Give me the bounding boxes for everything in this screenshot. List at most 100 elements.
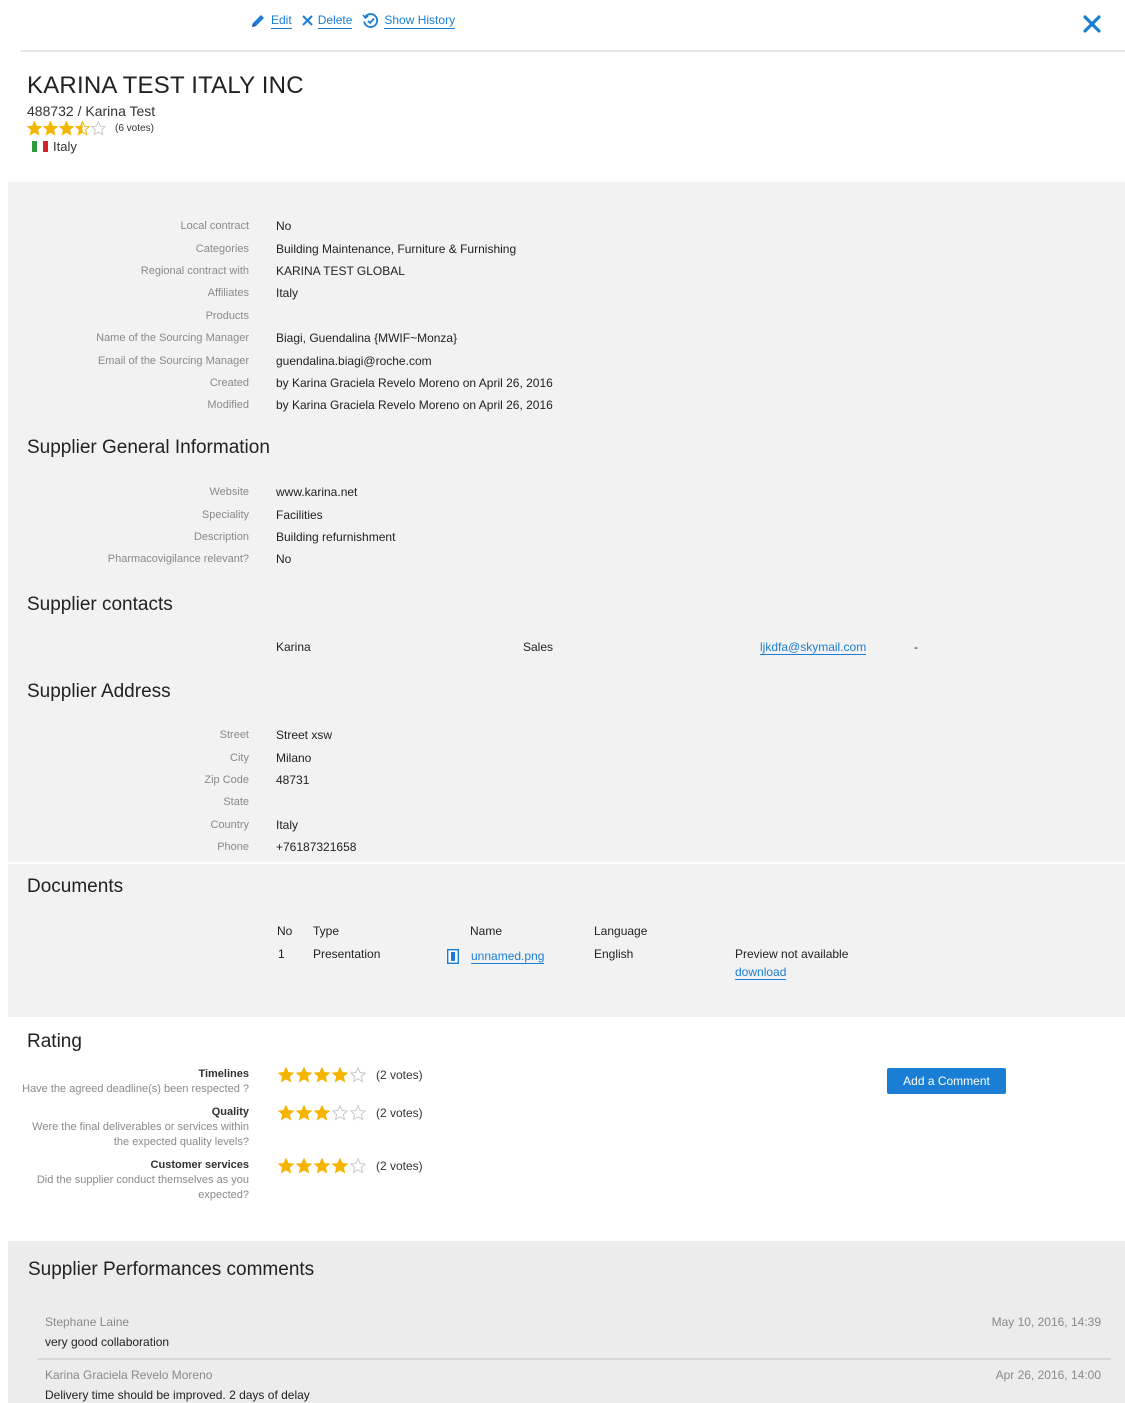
comment-item: Karina Graciela Revelo Moreno Delivery t… (45, 1368, 1111, 1402)
document-type: Presentation (313, 947, 381, 961)
overall-rating: (6 votes) (27, 121, 304, 136)
italy-flag-icon (32, 141, 48, 152)
info-row: Affiliates Italy (0, 282, 620, 304)
column-header-name: Name (470, 924, 503, 938)
top-toolbar: Edit Delete Show History (20, 0, 1125, 52)
close-icon[interactable] (1081, 13, 1103, 35)
field-value: Biagi, Guendalina {MWIF~Monza} (276, 331, 458, 346)
criterion-rating[interactable]: (2 votes) (278, 1067, 423, 1083)
star-icon (59, 121, 74, 136)
address-title: Supplier Address (27, 681, 171, 702)
contact-row: Karina Sales ljkdfa@skymail.com - (276, 638, 976, 658)
info-row: Website www.karina.net (0, 481, 620, 503)
criterion-rating[interactable]: (2 votes) (278, 1158, 423, 1174)
country-label: Italy (53, 139, 77, 154)
star-icon (350, 1105, 366, 1121)
add-comment-button[interactable]: Add a Comment (887, 1068, 1006, 1094)
delete-button[interactable]: Delete (301, 13, 353, 29)
column-header-no: No (277, 924, 293, 938)
criterion-label: Timelines Have the agreed deadline(s) be… (0, 1067, 249, 1097)
comment-text: very good collaboration (45, 1335, 170, 1349)
document-file-icon (447, 949, 459, 964)
info-row: Regional contract with KARINA TEST GLOBAL (0, 260, 620, 282)
criterion-label: Quality Were the final deliverables or s… (0, 1105, 249, 1150)
comment-date: May 10, 2016, 14:39 (991, 1315, 1101, 1329)
edit-button[interactable]: Edit (250, 13, 292, 29)
contact-role: Sales (523, 640, 554, 654)
contact-phone: - (914, 640, 918, 654)
info-row: Categories Building Maintenance, Furnitur… (0, 237, 620, 259)
comment-date: Apr 26, 2016, 14:00 (995, 1368, 1101, 1382)
criterion-votes: (2 votes) (376, 1159, 423, 1173)
document-preview-status: Preview not available (735, 947, 849, 961)
star-icon (27, 121, 42, 136)
field-label: Speciality (201, 508, 249, 521)
field-value: Italy (276, 286, 299, 301)
comment-item: Stephane Laine very good collaboration M… (45, 1315, 1111, 1349)
field-label: Website (209, 486, 249, 499)
column-header-type: Type (313, 924, 340, 938)
criterion-stars[interactable] (278, 1158, 368, 1174)
info-row: State (0, 791, 620, 813)
field-value: guendalina.biagi@roche.com (276, 353, 432, 368)
info-row: Zip Code 48731 (0, 769, 620, 791)
documents-table: No Type Name Language 1 Presentation unn… (276, 924, 976, 984)
criterion-stars[interactable] (278, 1105, 368, 1121)
info-row: Modified by Karina Graciela Revelo Moreno… (0, 394, 620, 416)
show-history-button[interactable]: Show History (362, 12, 456, 29)
info-row: Products (0, 305, 620, 327)
field-label: Country (210, 818, 249, 831)
criterion-rating[interactable]: (2 votes) (278, 1105, 423, 1121)
comment-author: Stephane Laine (45, 1315, 130, 1329)
field-label: Street (219, 729, 249, 742)
contact-email-link[interactable]: ljkdfa@skymail.com (760, 640, 867, 655)
field-label: City (230, 751, 249, 764)
info-row: Country Italy (0, 814, 620, 836)
criterion-votes: (2 votes) (376, 1106, 423, 1120)
document-language: English (594, 947, 634, 961)
star-icon (314, 1105, 330, 1121)
column-header-language: Language (594, 924, 648, 938)
field-label: State (223, 796, 249, 809)
star-icon (296, 1105, 312, 1121)
rating-title: Rating (27, 1031, 82, 1052)
star-icon (296, 1158, 312, 1174)
document-download-link[interactable]: download (735, 965, 787, 980)
supplier-header: KARINA TEST ITALY INC 488732 / Karina Te… (27, 72, 304, 154)
field-value: 48731 (276, 772, 310, 787)
overall-votes: (6 votes) (115, 123, 154, 134)
info-row: Speciality Facilities (0, 503, 620, 525)
criterion-name: Customer services (150, 1159, 249, 1171)
star-icon (278, 1105, 294, 1121)
info-row: Phone +76187321658 (0, 836, 620, 858)
criterion-votes: (2 votes) (376, 1068, 423, 1082)
field-value: No (276, 219, 292, 234)
field-label: Modified (207, 399, 249, 412)
history-icon (362, 13, 379, 28)
field-label: Email of the Sourcing Manager (97, 354, 249, 367)
field-value: Building refurnishment (276, 529, 396, 544)
field-value: KARINA TEST GLOBAL (276, 263, 405, 278)
general-info: Website www.karina.net Speciality Faciliti… (0, 481, 620, 571)
field-value: Street xsw (276, 728, 333, 743)
info-row: Name of the Sourcing Manager Biagi, Guend… (0, 327, 620, 349)
criterion-desc: Have the agreed deadline(s) been respect… (22, 1083, 249, 1095)
cross-icon (301, 15, 313, 26)
contacts-title: Supplier contacts (27, 594, 173, 615)
star-icon (296, 1067, 312, 1083)
document-no: 1 (278, 947, 285, 961)
criterion-label: Customer services Did the supplier condu… (0, 1158, 249, 1203)
star-icon (75, 121, 90, 136)
field-value: by Karina Graciela Revelo Moreno on Apri… (276, 375, 553, 390)
info-row: Description Building refurnishment (0, 526, 620, 548)
field-label: Created (209, 376, 249, 389)
show-history-label: Show History (384, 12, 456, 29)
star-icon (332, 1067, 348, 1083)
field-label: Zip Code (204, 773, 249, 786)
document-name-link[interactable]: unnamed.png (471, 949, 545, 964)
info-row: Street Street xsw (0, 724, 620, 746)
info-row: City Milano (0, 746, 620, 768)
contact-name: Karina (276, 640, 311, 654)
star-icon (278, 1158, 294, 1174)
criterion-stars[interactable] (278, 1067, 368, 1083)
